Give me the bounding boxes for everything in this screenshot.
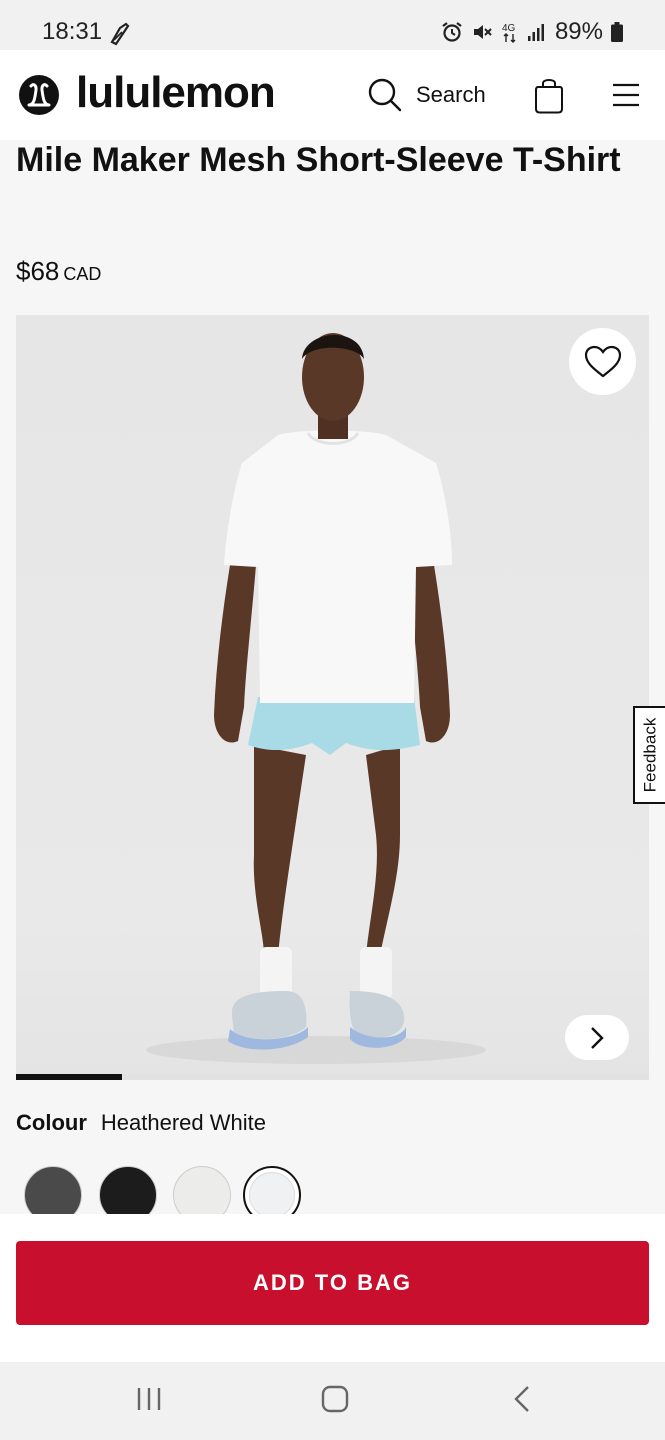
heart-icon bbox=[584, 345, 621, 377]
svg-text:4G: 4G bbox=[502, 23, 516, 34]
price-currency: CAD bbox=[63, 264, 102, 284]
signal-icon bbox=[527, 24, 544, 41]
search-icon bbox=[368, 78, 402, 112]
mute-icon bbox=[473, 25, 492, 39]
feedback-label: Feedback bbox=[640, 717, 660, 793]
colour-swatch[interactable] bbox=[173, 1166, 231, 1214]
status-bar: 18:31 4G 89% bbox=[0, 0, 665, 50]
image-carousel-progress-fill bbox=[16, 1074, 122, 1080]
feedback-tab[interactable]: Feedback bbox=[633, 706, 665, 804]
product-title: Mile Maker Mesh Short-Sleeve T-Shirt bbox=[16, 141, 621, 179]
add-to-bag-panel: ADD TO BAG bbox=[0, 1214, 665, 1362]
status-icons: 4G 89% bbox=[441, 18, 623, 46]
chevron-right-icon bbox=[591, 1026, 604, 1049]
network-4g-icon: 4G bbox=[502, 23, 516, 43]
colour-swatch[interactable] bbox=[99, 1166, 157, 1214]
brand-wordmark[interactable]: lululemon bbox=[76, 68, 276, 118]
add-to-bag-button[interactable]: ADD TO BAG bbox=[16, 1241, 649, 1325]
search-button[interactable]: Search bbox=[368, 78, 486, 112]
colour-swatches bbox=[0, 1160, 665, 1214]
recent-apps-icon[interactable] bbox=[136, 1384, 162, 1414]
home-icon[interactable] bbox=[321, 1384, 349, 1414]
system-nav-bar bbox=[0, 1362, 665, 1440]
price-amount: $68 bbox=[16, 256, 60, 286]
search-label: Search bbox=[416, 82, 486, 107]
notification-app-icon bbox=[110, 22, 130, 46]
back-icon[interactable] bbox=[512, 1384, 532, 1414]
shopping-bag-icon[interactable] bbox=[534, 76, 564, 114]
lululemon-logo-icon[interactable] bbox=[18, 74, 60, 116]
colour-swatch-fill bbox=[249, 1172, 295, 1214]
colour-swatch-selected[interactable] bbox=[243, 1166, 301, 1214]
product-photo bbox=[146, 333, 486, 1064]
site-header: lululemon Search bbox=[0, 50, 665, 140]
battery-icon bbox=[611, 22, 623, 42]
hamburger-menu-icon[interactable] bbox=[612, 82, 640, 108]
product-price: $68 CAD bbox=[16, 256, 101, 287]
image-carousel-progress bbox=[16, 1074, 649, 1080]
favorite-button[interactable] bbox=[569, 328, 636, 395]
colour-selection: Colour Heathered White bbox=[16, 1110, 266, 1136]
colour-label: Colour bbox=[16, 1110, 87, 1135]
product-image[interactable] bbox=[16, 315, 649, 1075]
alarm-icon bbox=[442, 22, 462, 42]
colour-swatch[interactable] bbox=[24, 1166, 82, 1214]
battery-percent: 89% bbox=[554, 18, 603, 45]
status-time: 18:31 bbox=[42, 18, 103, 45]
selected-colour-name: Heathered White bbox=[100, 1110, 266, 1135]
next-image-button[interactable] bbox=[565, 1015, 629, 1060]
